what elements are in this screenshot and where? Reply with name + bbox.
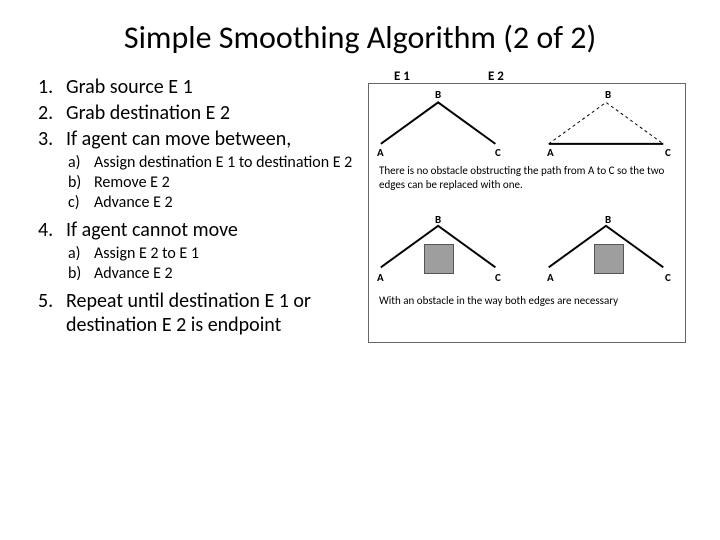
algorithm-steps: 1. Grab source E 1 2. Grab destination E… xyxy=(34,75,354,343)
substep-text: Advance E 2 xyxy=(94,264,354,283)
substep-text: Advance E 2 xyxy=(94,193,354,212)
substep-number: c) xyxy=(68,193,94,212)
node-a: A xyxy=(377,146,384,159)
diagram-box: A B C A B C There is no obstacle obstruc… xyxy=(368,83,686,343)
obstacle-icon xyxy=(424,244,454,274)
step-text: If agent can move between, xyxy=(66,127,354,151)
step-2: 2. Grab destination E 2 xyxy=(38,101,354,125)
node-c: C xyxy=(495,271,501,284)
step-4: 4. If agent cannot move xyxy=(38,218,354,242)
step-3a: a) Assign destination E 1 to destination… xyxy=(68,153,354,172)
step-number: 5. xyxy=(38,289,66,337)
substep-number: a) xyxy=(68,153,94,172)
node-a: A xyxy=(547,271,554,284)
obstacle-icon xyxy=(594,244,624,274)
step-1: 1. Grab source E 1 xyxy=(38,75,354,99)
label-e2-top-left: E 2 xyxy=(488,69,504,84)
caption-no-obstacle: There is no obstacle obstructing the pat… xyxy=(379,164,675,192)
node-b: B xyxy=(605,213,611,226)
step-number: 3. xyxy=(38,127,66,151)
step-text: Grab source E 1 xyxy=(66,75,354,99)
step-text: Grab destination E 2 xyxy=(66,101,354,125)
substep-text: Remove E 2 xyxy=(94,173,354,192)
node-b: B xyxy=(605,88,611,101)
step-4b: b) Advance E 2 xyxy=(68,264,354,283)
step-3b: b) Remove E 2 xyxy=(68,173,354,192)
node-c: C xyxy=(495,146,501,159)
node-b: B xyxy=(435,88,441,101)
node-b: B xyxy=(435,213,441,226)
substep-number: b) xyxy=(68,173,94,192)
step-4a: a) Assign E 2 to E 1 xyxy=(68,244,354,263)
node-c: C xyxy=(665,271,671,284)
node-a: A xyxy=(377,271,384,284)
substep-text: Assign E 2 to E 1 xyxy=(94,244,354,263)
node-c: C xyxy=(665,146,671,159)
step-text: Repeat until destination E 1 or destinat… xyxy=(66,289,354,337)
step-3: 3. If agent can move between, xyxy=(38,127,354,151)
step-number: 4. xyxy=(38,218,66,242)
step-number: 2. xyxy=(38,101,66,125)
step-number: 1. xyxy=(38,75,66,99)
substep-number: b) xyxy=(68,264,94,283)
label-e1-top-left: E 1 xyxy=(394,69,410,84)
step-5: 5. Repeat until destination E 1 or desti… xyxy=(38,289,354,337)
caption-with-obstacle: With an obstacle in the way both edges a… xyxy=(379,294,675,308)
step-3c: c) Advance E 2 xyxy=(68,193,354,212)
step-text: If agent cannot move xyxy=(66,218,354,242)
substep-number: a) xyxy=(68,244,94,263)
page-title: Simple Smoothing Algorithm (2 of 2) xyxy=(34,18,686,57)
substep-text: Assign destination E 1 to destination E … xyxy=(94,153,354,172)
node-a: A xyxy=(547,146,554,159)
